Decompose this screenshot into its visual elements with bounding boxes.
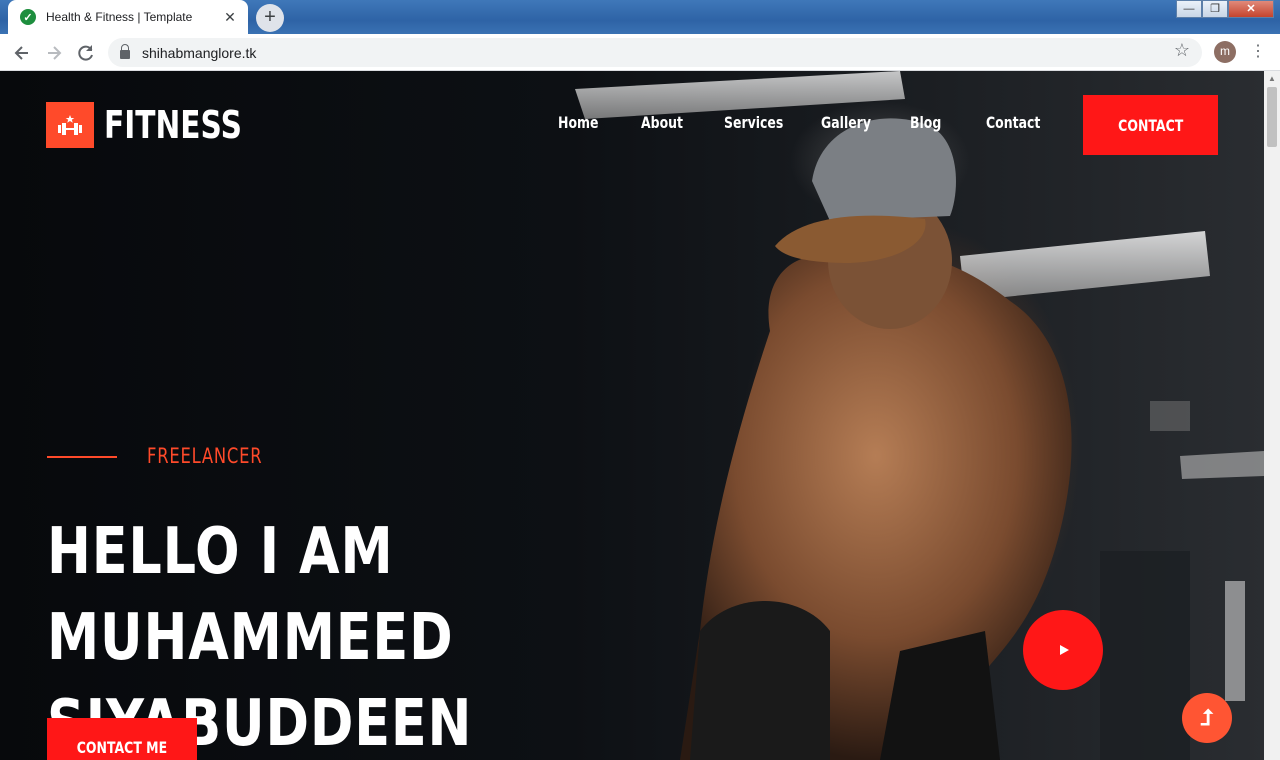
page-scrollbar[interactable]: ▲ bbox=[1264, 71, 1280, 760]
profile-avatar[interactable]: m bbox=[1214, 41, 1236, 63]
forward-arrow-icon[interactable] bbox=[41, 40, 67, 66]
nav-contact[interactable]: Contact bbox=[986, 113, 1040, 132]
more-menu-icon[interactable]: ⋮ bbox=[1250, 41, 1266, 63]
window-controls: — ❐ ✕ bbox=[1176, 0, 1274, 18]
browser-tab[interactable]: ✓ Health & Fitness | Template ✕ bbox=[8, 0, 248, 34]
play-icon bbox=[1060, 645, 1069, 655]
nav-home[interactable]: Home bbox=[558, 113, 598, 132]
browser-toolbar: shihabmanglore.tk ☆ m ⋮ bbox=[0, 34, 1280, 71]
close-window-button[interactable]: ✕ bbox=[1228, 0, 1274, 18]
nav-services[interactable]: Services bbox=[724, 113, 783, 132]
hero-eyebrow: FREELANCER bbox=[147, 444, 263, 468]
hero-title-line-1: HELLO I AM MUHAMMEED bbox=[47, 515, 454, 675]
tab-title: Health & Fitness | Template bbox=[46, 10, 193, 24]
logo-text: FITNESS bbox=[104, 103, 242, 147]
contact-me-label: CONTACT ME bbox=[76, 738, 168, 757]
lock-icon bbox=[120, 44, 130, 59]
play-video-button[interactable] bbox=[1023, 610, 1103, 690]
back-to-top-button[interactable]: ⮥ bbox=[1182, 693, 1232, 743]
dumbbell-icon bbox=[46, 102, 94, 148]
bookmark-star-icon[interactable]: ☆ bbox=[1174, 40, 1190, 61]
site-logo[interactable]: FITNESS bbox=[46, 102, 281, 148]
maximize-button[interactable]: ❐ bbox=[1202, 0, 1228, 18]
arrow-up-icon: ⮥ bbox=[1200, 705, 1214, 730]
address-bar[interactable]: shihabmanglore.tk ☆ bbox=[108, 38, 1202, 67]
new-tab-button[interactable]: + bbox=[256, 4, 284, 32]
browser-titlebar: ✓ Health & Fitness | Template ✕ + — ❐ ✕ bbox=[0, 0, 1280, 34]
nav-gallery[interactable]: Gallery bbox=[821, 113, 871, 132]
header-contact-button[interactable]: CONTACT bbox=[1083, 95, 1218, 155]
nav-about[interactable]: About bbox=[641, 113, 683, 132]
hero-section: FITNESS Home About Services Gallery Blog… bbox=[0, 71, 1264, 760]
check-circle-icon: ✓ bbox=[20, 9, 36, 25]
scroll-up-icon[interactable]: ▲ bbox=[1268, 74, 1276, 83]
url-text: shihabmanglore.tk bbox=[142, 44, 257, 61]
back-arrow-icon[interactable] bbox=[9, 40, 35, 66]
minimize-button[interactable]: — bbox=[1176, 0, 1202, 18]
contact-me-button[interactable]: CONTACT ME bbox=[47, 718, 197, 760]
header-contact-label: CONTACT bbox=[1117, 115, 1184, 135]
reload-icon[interactable] bbox=[73, 40, 99, 66]
eyebrow-divider bbox=[47, 456, 117, 458]
nav-blog[interactable]: Blog bbox=[910, 113, 941, 132]
scroll-thumb[interactable] bbox=[1267, 87, 1277, 147]
tab-close-icon[interactable]: ✕ bbox=[222, 9, 238, 26]
